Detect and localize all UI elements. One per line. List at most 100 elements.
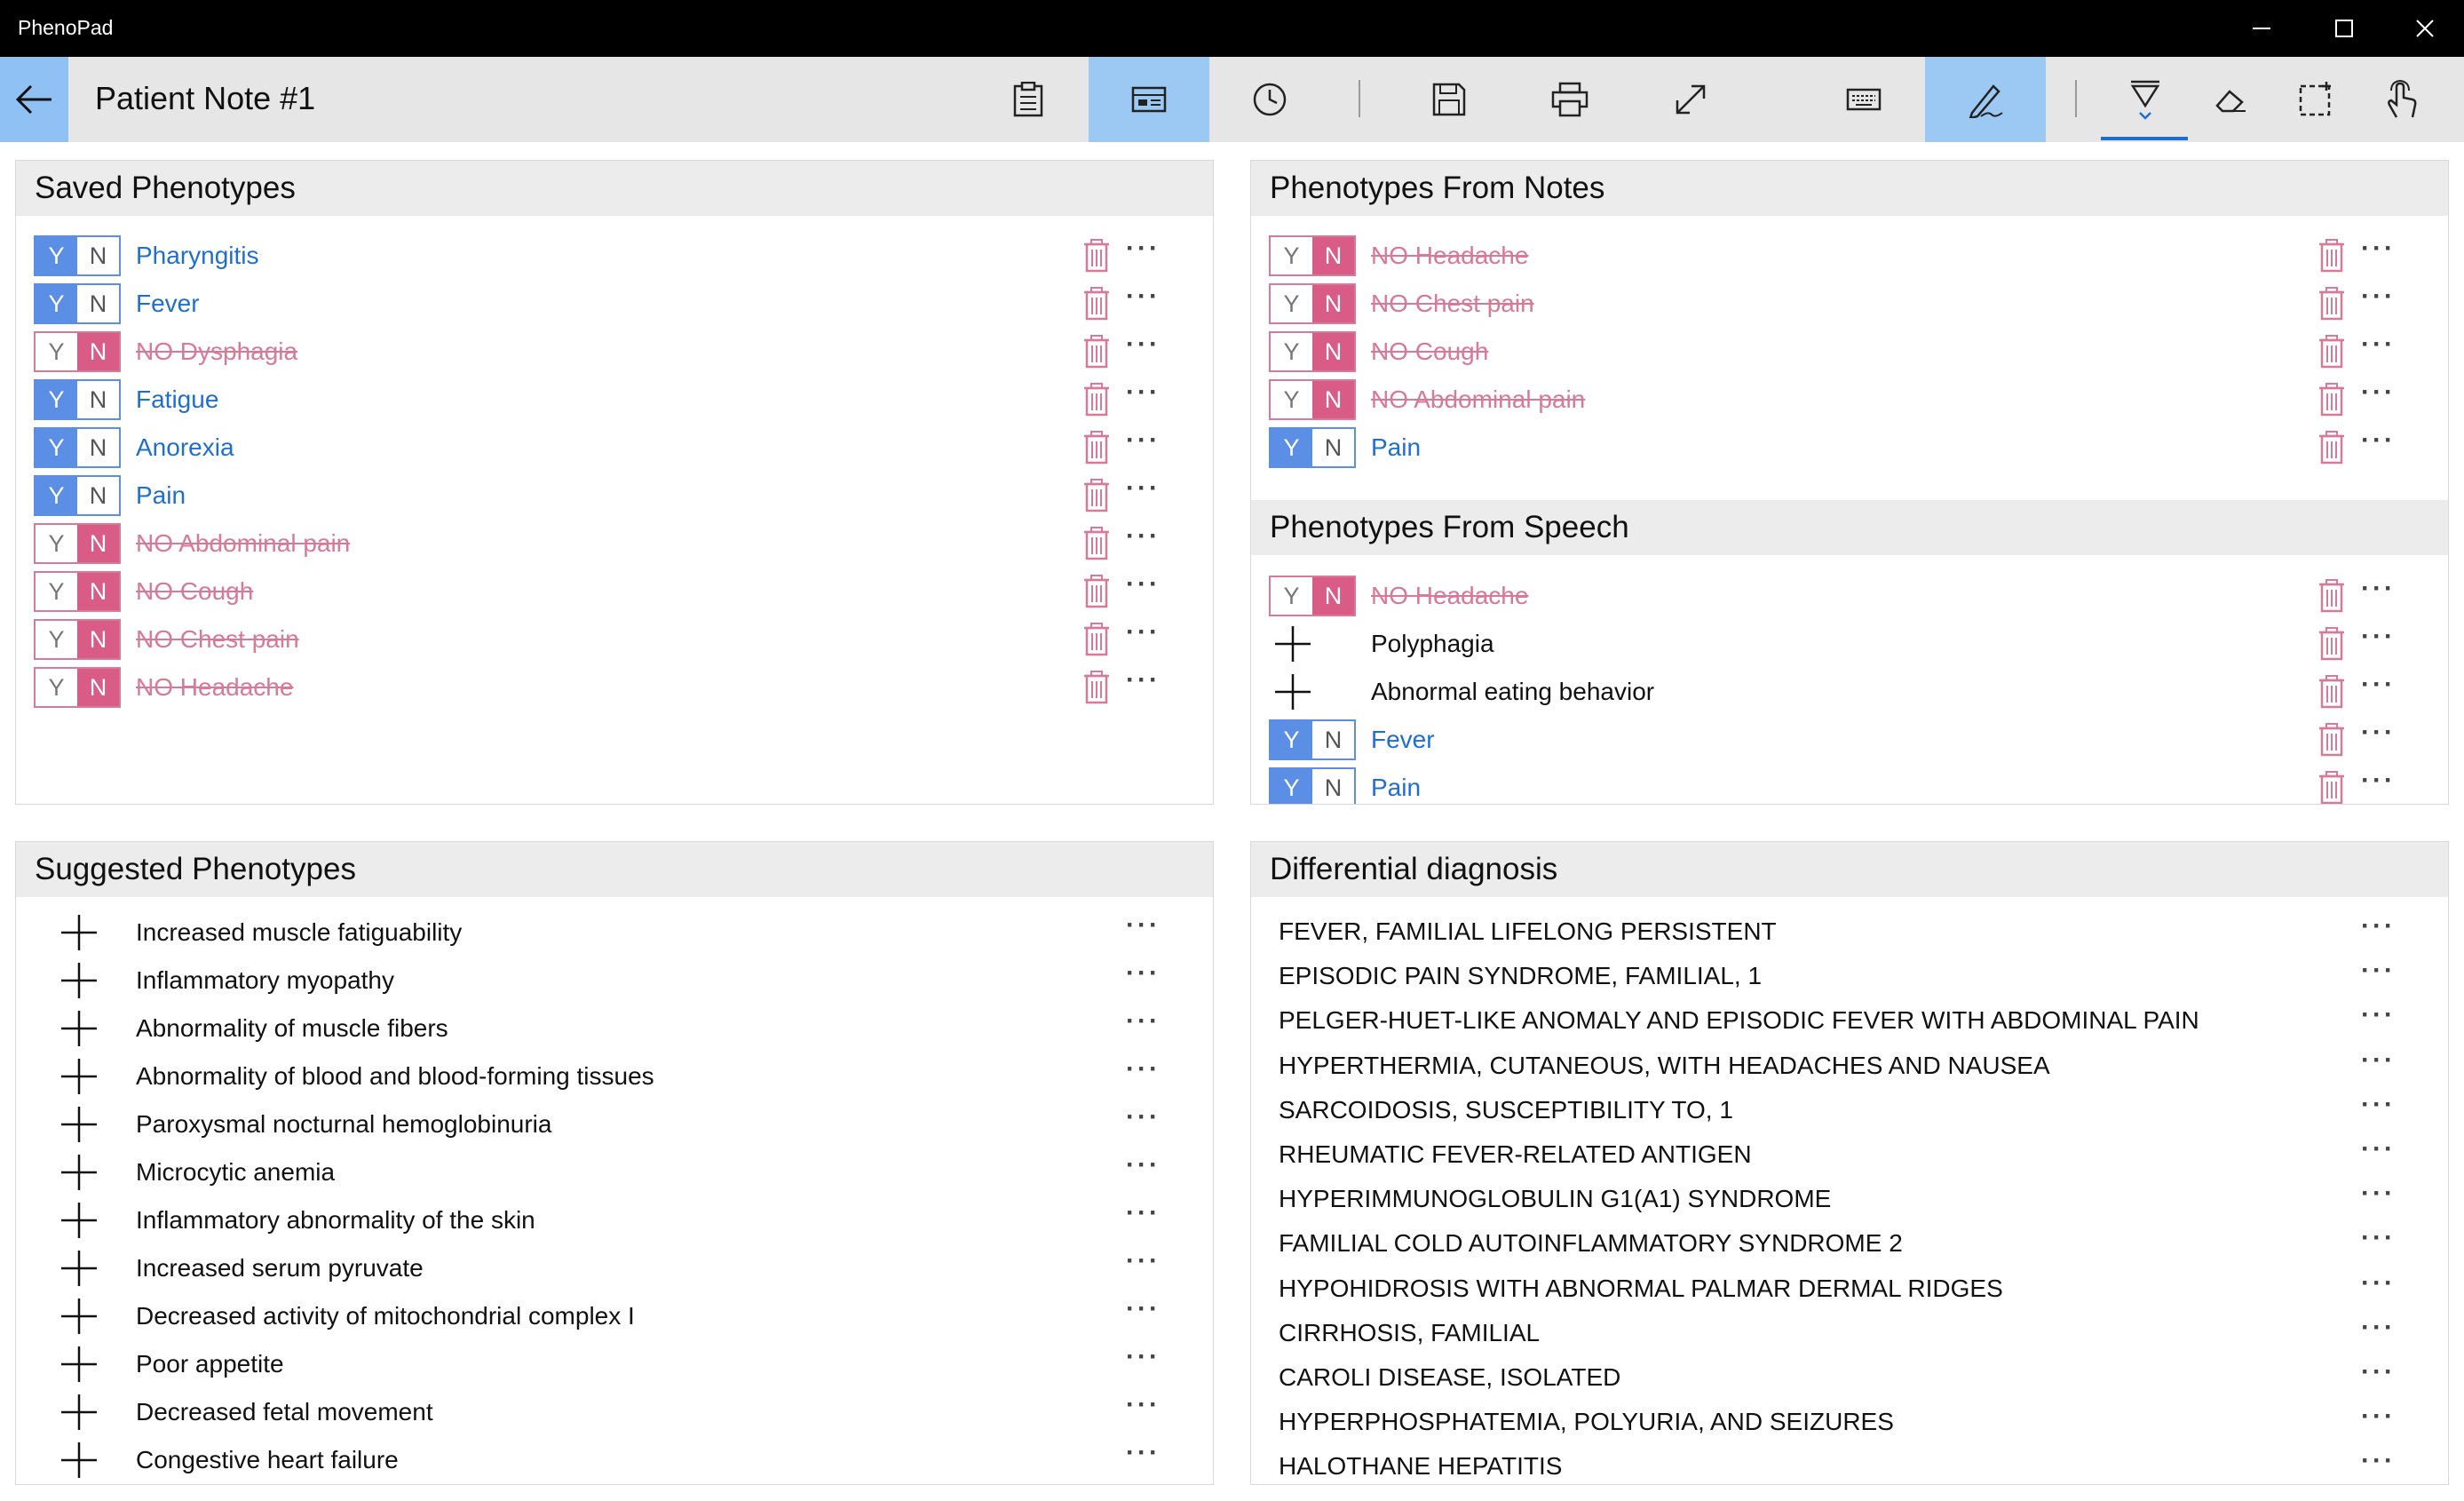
diagnosis-label[interactable]: HALOTHANE HEPATITIS bbox=[1279, 1452, 1562, 1481]
trash-icon[interactable] bbox=[1082, 623, 1111, 656]
suggested-phenotype-label[interactable]: Congestive heart failure bbox=[136, 1446, 399, 1474]
trash-icon[interactable] bbox=[2317, 239, 2346, 273]
more-options-button[interactable]: ··· bbox=[1126, 1200, 1161, 1227]
more-options-button[interactable]: ··· bbox=[2361, 1046, 2396, 1073]
plus-icon[interactable] bbox=[59, 913, 99, 952]
trash-icon[interactable] bbox=[2317, 431, 2346, 465]
yes-option[interactable]: Y bbox=[1271, 237, 1312, 274]
plus-icon[interactable] bbox=[59, 961, 99, 1000]
yes-option[interactable]: Y bbox=[1271, 721, 1312, 758]
phenotype-label[interactable]: NO Chest pain bbox=[136, 625, 299, 654]
phenotype-label[interactable]: NO Dysphagia bbox=[136, 338, 297, 366]
minimize-button[interactable] bbox=[2222, 0, 2301, 57]
diagnosis-label[interactable]: CIRRHOSIS, FAMILIAL bbox=[1279, 1319, 1540, 1347]
clipboard-button[interactable] bbox=[968, 57, 1089, 142]
more-options-button[interactable]: ··· bbox=[2361, 331, 2396, 358]
more-options-button[interactable]: ··· bbox=[1126, 571, 1161, 598]
yes-option[interactable]: Y bbox=[36, 573, 77, 610]
phenotype-label[interactable]: Pharyngitis bbox=[136, 242, 259, 270]
close-button[interactable] bbox=[2386, 0, 2464, 57]
yes-no-toggle[interactable]: YN bbox=[34, 331, 121, 372]
yes-no-toggle[interactable]: YN bbox=[1269, 576, 1356, 616]
phenotype-label[interactable]: NO Headache bbox=[1371, 582, 1528, 610]
trash-icon[interactable] bbox=[1082, 431, 1111, 465]
trash-icon[interactable] bbox=[2317, 579, 2346, 613]
yes-no-toggle[interactable]: YN bbox=[1269, 719, 1356, 760]
suggested-phenotype-label[interactable]: Decreased fetal movement bbox=[136, 1398, 433, 1426]
diagnosis-label[interactable]: CAROLI DISEASE, ISOLATED bbox=[1279, 1363, 1620, 1392]
touch-button[interactable] bbox=[2341, 57, 2461, 142]
yes-option[interactable]: Y bbox=[1271, 333, 1312, 370]
more-options-button[interactable]: ··· bbox=[2361, 1403, 2396, 1430]
more-options-button[interactable]: ··· bbox=[1126, 1296, 1161, 1322]
expand-button[interactable] bbox=[1630, 57, 1751, 142]
diagnosis-label[interactable]: PELGER-HUET-LIKE ANOMALY AND EPISODIC FE… bbox=[1279, 1006, 2199, 1035]
yes-no-toggle[interactable]: YN bbox=[1269, 235, 1356, 276]
trash-icon[interactable] bbox=[1082, 671, 1111, 704]
yes-option[interactable]: Y bbox=[36, 525, 77, 562]
more-options-button[interactable]: ··· bbox=[1126, 1440, 1161, 1466]
more-options-button[interactable]: ··· bbox=[2361, 1002, 2396, 1028]
suggested-phenotype-label[interactable]: Abnormality of muscle fibers bbox=[136, 1014, 448, 1043]
more-options-button[interactable]: ··· bbox=[2361, 767, 2396, 794]
more-options-button[interactable]: ··· bbox=[2361, 1314, 2396, 1340]
trash-icon[interactable] bbox=[2317, 335, 2346, 369]
suggested-phenotype-label[interactable]: Paroxysmal nocturnal hemoglobinuria bbox=[136, 1110, 551, 1139]
more-options-button[interactable]: ··· bbox=[2361, 1225, 2396, 1251]
yes-no-toggle[interactable]: YN bbox=[34, 475, 121, 516]
phenotype-label[interactable]: NO Chest pain bbox=[1371, 290, 1534, 318]
no-option[interactable]: N bbox=[77, 237, 119, 274]
yes-no-toggle[interactable]: YN bbox=[1269, 331, 1356, 372]
trash-icon[interactable] bbox=[1082, 335, 1111, 369]
phenotype-label[interactable]: Fever bbox=[136, 290, 200, 318]
more-options-button[interactable]: ··· bbox=[1126, 379, 1161, 406]
more-options-button[interactable]: ··· bbox=[2361, 623, 2396, 650]
yes-option[interactable]: Y bbox=[36, 429, 77, 466]
history-button[interactable] bbox=[1209, 57, 1330, 142]
more-options-button[interactable]: ··· bbox=[1126, 619, 1161, 646]
no-option[interactable]: N bbox=[77, 525, 119, 562]
phenotype-label[interactable]: Pain bbox=[1371, 433, 1421, 462]
yes-option[interactable]: Y bbox=[1271, 285, 1312, 322]
trash-icon[interactable] bbox=[1082, 479, 1111, 512]
yes-option[interactable]: Y bbox=[1271, 429, 1312, 466]
diagnosis-label[interactable]: HYPERTHERMIA, CUTANEOUS, WITH HEADACHES … bbox=[1279, 1052, 2050, 1080]
phenotype-label[interactable]: NO Abdominal pain bbox=[136, 529, 350, 558]
more-options-button[interactable]: ··· bbox=[1126, 1008, 1161, 1035]
plus-icon[interactable] bbox=[59, 1249, 99, 1288]
more-options-button[interactable]: ··· bbox=[1126, 475, 1161, 502]
no-option[interactable]: N bbox=[77, 477, 119, 514]
plus-icon[interactable] bbox=[59, 1057, 99, 1096]
phenotype-label[interactable]: NO Cough bbox=[1371, 338, 1488, 366]
suggested-phenotype-label[interactable]: Abnormality of blood and blood-forming t… bbox=[136, 1062, 654, 1091]
diagnosis-label[interactable]: RHEUMATIC FEVER-RELATED ANTIGEN bbox=[1279, 1140, 1752, 1169]
more-options-button[interactable]: ··· bbox=[1126, 235, 1161, 262]
plus-icon[interactable] bbox=[59, 1345, 99, 1384]
no-option[interactable]: N bbox=[77, 621, 119, 658]
plus-icon[interactable] bbox=[59, 1393, 99, 1432]
yes-no-toggle[interactable]: YN bbox=[34, 427, 121, 468]
more-options-button[interactable]: ··· bbox=[2361, 1359, 2396, 1386]
more-options-button[interactable]: ··· bbox=[1126, 1248, 1161, 1275]
more-options-button[interactable]: ··· bbox=[2361, 427, 2396, 454]
more-options-button[interactable]: ··· bbox=[1126, 912, 1161, 939]
more-options-button[interactable]: ··· bbox=[2361, 719, 2396, 746]
maximize-button[interactable] bbox=[2305, 0, 2383, 57]
more-options-button[interactable]: ··· bbox=[1126, 331, 1161, 358]
phenotype-label[interactable]: Anorexia bbox=[136, 433, 234, 462]
more-options-button[interactable]: ··· bbox=[1126, 283, 1161, 310]
more-options-button[interactable]: ··· bbox=[2361, 957, 2396, 984]
yes-option[interactable]: Y bbox=[1271, 769, 1312, 804]
suggested-phenotype-label[interactable]: Inflammatory abnormality of the skin bbox=[136, 1206, 535, 1235]
trash-icon[interactable] bbox=[2317, 287, 2346, 321]
no-option[interactable]: N bbox=[77, 285, 119, 322]
phenotype-label[interactable]: NO Abdominal pain bbox=[1371, 385, 1585, 414]
trash-icon[interactable] bbox=[2317, 627, 2346, 661]
trash-icon[interactable] bbox=[1082, 575, 1111, 608]
phenotype-label[interactable]: Pain bbox=[136, 481, 186, 510]
suggested-phenotype-label[interactable]: Decreased activity of mitochondrial comp… bbox=[136, 1302, 635, 1330]
yes-no-toggle[interactable]: YN bbox=[34, 571, 121, 612]
yes-no-toggle[interactable]: YN bbox=[34, 235, 121, 276]
no-option[interactable]: N bbox=[1312, 285, 1354, 322]
more-options-button[interactable]: ··· bbox=[2361, 576, 2396, 602]
